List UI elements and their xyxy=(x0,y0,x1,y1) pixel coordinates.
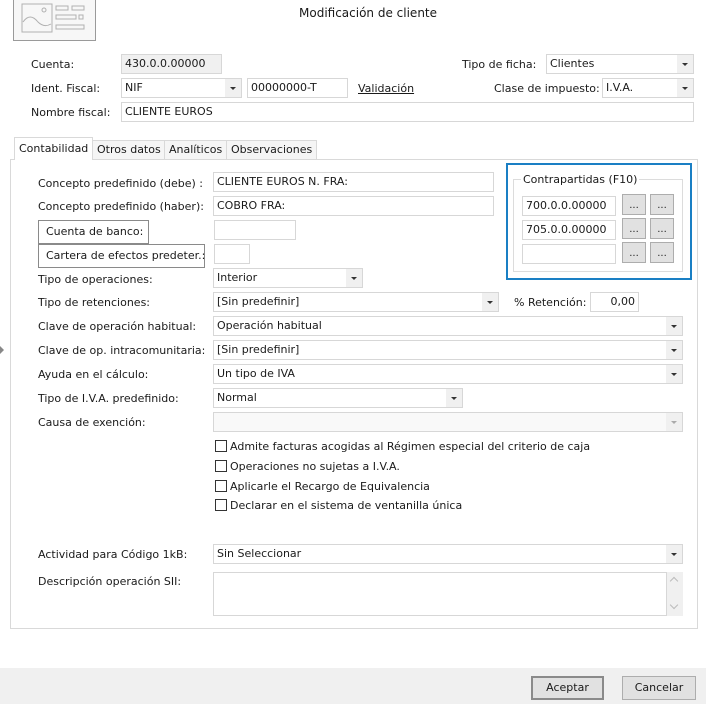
retencion-label: % Retención: xyxy=(514,296,587,309)
checkbox-ventanilla-unica[interactable]: Declarar en el sistema de ventanilla úni… xyxy=(215,499,462,515)
chevron-down-icon[interactable] xyxy=(482,293,498,311)
tipo-ficha-select[interactable]: Clientes xyxy=(546,54,694,74)
tipo-iva-select[interactable]: Normal xyxy=(213,388,463,408)
retencion-input[interactable]: 0,00 xyxy=(590,292,639,312)
scroll-down-icon[interactable] xyxy=(669,600,679,610)
cuenta-banco-input[interactable] xyxy=(214,220,296,240)
tab-otros-datos[interactable]: Otros datos xyxy=(92,140,166,160)
nombre-fiscal-input[interactable]: CLIENTE EUROS xyxy=(121,102,694,122)
contrapartida-lookup-button-2b[interactable]: ... xyxy=(650,218,674,239)
contrapartida-lookup-button-2a[interactable]: ... xyxy=(622,218,646,239)
chevron-down-icon[interactable] xyxy=(346,269,362,287)
tipo-iva-label: Tipo de I.V.A. predefinido: xyxy=(38,392,179,405)
chevron-down-icon[interactable] xyxy=(446,389,462,407)
tipo-iva-value: Normal xyxy=(217,391,257,404)
concepto-debe-input[interactable]: CLIENTE EUROS N. FRA: xyxy=(213,172,494,192)
contrapartidas-title: Contrapartidas (F10) xyxy=(521,173,640,187)
clave-intracomunitaria-label: Clave de op. intracomunitaria: xyxy=(38,344,206,357)
descripcion-sii-label: Descripción operación SII: xyxy=(38,575,182,588)
checkbox-box[interactable] xyxy=(215,460,227,472)
tipo-ficha-value: Clientes xyxy=(550,57,595,70)
chevron-down-icon[interactable] xyxy=(225,79,241,97)
concepto-debe-label: Concepto predefinido (debe) : xyxy=(38,177,203,190)
window-title: Modificación de cliente xyxy=(299,6,438,20)
ident-fiscal-type-value: NIF xyxy=(125,81,143,94)
clase-impuesto-value: I.V.A. xyxy=(606,81,634,94)
tipo-retenciones-select[interactable]: [Sin predefinir] xyxy=(213,292,499,312)
chevron-down-icon[interactable] xyxy=(666,545,682,563)
validacion-link[interactable]: Validación xyxy=(358,82,414,96)
tab-contabilidad[interactable]: Contabilidad xyxy=(14,137,94,160)
tab-analiticos[interactable]: Analíticos xyxy=(164,140,228,160)
clave-operacion-value: Operación habitual xyxy=(217,319,322,332)
cuenta-banco-button[interactable]: Cuenta de banco: xyxy=(38,220,149,244)
chevron-down-icon[interactable] xyxy=(666,341,682,359)
checkbox-label: Admite facturas acogidas al Régimen espe… xyxy=(230,440,591,453)
ident-fiscal-label: Ident. Fiscal: xyxy=(31,82,101,95)
ayuda-calculo-value: Un tipo de IVA xyxy=(217,367,295,380)
ayuda-calculo-select[interactable]: Un tipo de IVA xyxy=(213,364,683,384)
contrapartida-input-1[interactable]: 700.0.0.00000 xyxy=(522,196,616,216)
accept-button[interactable]: Aceptar xyxy=(531,676,604,700)
contrapartida-input-3[interactable] xyxy=(522,244,616,264)
chevron-down-icon[interactable] xyxy=(666,317,682,335)
clase-impuesto-select[interactable]: I.V.A. xyxy=(602,78,694,98)
cartera-efectos-button[interactable]: Cartera de efectos predeter.: xyxy=(38,244,205,268)
actividad-1kb-value: Sin Seleccionar xyxy=(217,547,302,560)
splitter-arrow-icon[interactable] xyxy=(0,346,4,354)
scroll-up-icon[interactable] xyxy=(669,576,679,586)
ident-fiscal-number-input[interactable]: 00000000-T xyxy=(247,78,348,98)
chevron-down-icon[interactable] xyxy=(677,79,693,97)
contrapartida-lookup-button-3b[interactable]: ... xyxy=(650,242,674,263)
causa-exencion-label: Causa de exención: xyxy=(38,416,146,429)
checkbox-box[interactable] xyxy=(215,480,227,492)
tipo-operaciones-select[interactable]: Interior xyxy=(213,268,363,288)
cuenta-label: Cuenta: xyxy=(31,58,75,71)
clave-operacion-select[interactable]: Operación habitual xyxy=(213,316,683,336)
tipo-ficha-label: Tipo de ficha: xyxy=(462,58,537,71)
contrapartida-lookup-button-1a[interactable]: ... xyxy=(622,194,646,215)
actividad-1kb-label: Actividad para Código 1kB: xyxy=(38,548,188,561)
descripcion-sii-scrollbar[interactable] xyxy=(667,572,683,616)
clase-impuesto-label: Clase de impuesto: xyxy=(494,82,600,95)
concepto-haber-label: Concepto predefinido (haber): xyxy=(38,200,204,213)
checkbox-box[interactable] xyxy=(215,499,227,511)
clave-intracomunitaria-value: [Sin predefinir] xyxy=(217,343,300,356)
checkbox-label: Declarar en el sistema de ventanilla úni… xyxy=(230,499,463,512)
form-image-icon xyxy=(13,0,96,41)
causa-exencion-select[interactable] xyxy=(213,412,683,432)
ident-fiscal-type-select[interactable]: NIF xyxy=(121,78,242,98)
clave-operacion-label: Clave de operación habitual: xyxy=(38,320,197,333)
contrapartida-lookup-button-3a[interactable]: ... xyxy=(622,242,646,263)
ayuda-calculo-label: Ayuda en el cálculo: xyxy=(38,368,149,381)
checkbox-no-sujetas-iva[interactable]: Operaciones no sujetas a I.V.A. xyxy=(215,460,400,476)
cuenta-field: 430.0.0.00000 xyxy=(121,54,222,74)
checkbox-criterio-caja[interactable]: Admite facturas acogidas al Régimen espe… xyxy=(215,440,590,456)
actividad-1kb-select[interactable]: Sin Seleccionar xyxy=(213,544,683,564)
checkbox-recargo-equivalencia[interactable]: Aplicarle el Recargo de Equivalencia xyxy=(215,480,430,496)
checkbox-label: Operaciones no sujetas a I.V.A. xyxy=(230,460,400,473)
clave-intracomunitaria-select[interactable]: [Sin predefinir] xyxy=(213,340,683,360)
tab-observaciones[interactable]: Observaciones xyxy=(226,140,318,160)
cancel-button[interactable]: Cancelar xyxy=(622,676,696,700)
chevron-down-icon[interactable] xyxy=(677,55,693,73)
concepto-haber-input[interactable]: COBRO FRA: xyxy=(213,196,494,216)
contrapartida-lookup-button-1b[interactable]: ... xyxy=(650,194,674,215)
chevron-down-icon[interactable] xyxy=(666,413,682,431)
tipo-retenciones-value: [Sin predefinir] xyxy=(217,295,300,308)
contrapartida-input-2[interactable]: 705.0.0.00000 xyxy=(522,220,616,240)
tipo-operaciones-label: Tipo de operaciones: xyxy=(38,273,153,286)
tipo-operaciones-value: Interior xyxy=(217,271,258,284)
descripcion-sii-textarea[interactable] xyxy=(213,572,667,616)
chevron-down-icon[interactable] xyxy=(666,365,682,383)
cartera-efectos-input[interactable] xyxy=(214,244,250,264)
checkbox-label: Aplicarle el Recargo de Equivalencia xyxy=(230,480,430,493)
tipo-retenciones-label: Tipo de retenciones: xyxy=(38,296,151,309)
checkbox-box[interactable] xyxy=(215,440,227,452)
nombre-fiscal-label: Nombre fiscal: xyxy=(31,106,111,119)
